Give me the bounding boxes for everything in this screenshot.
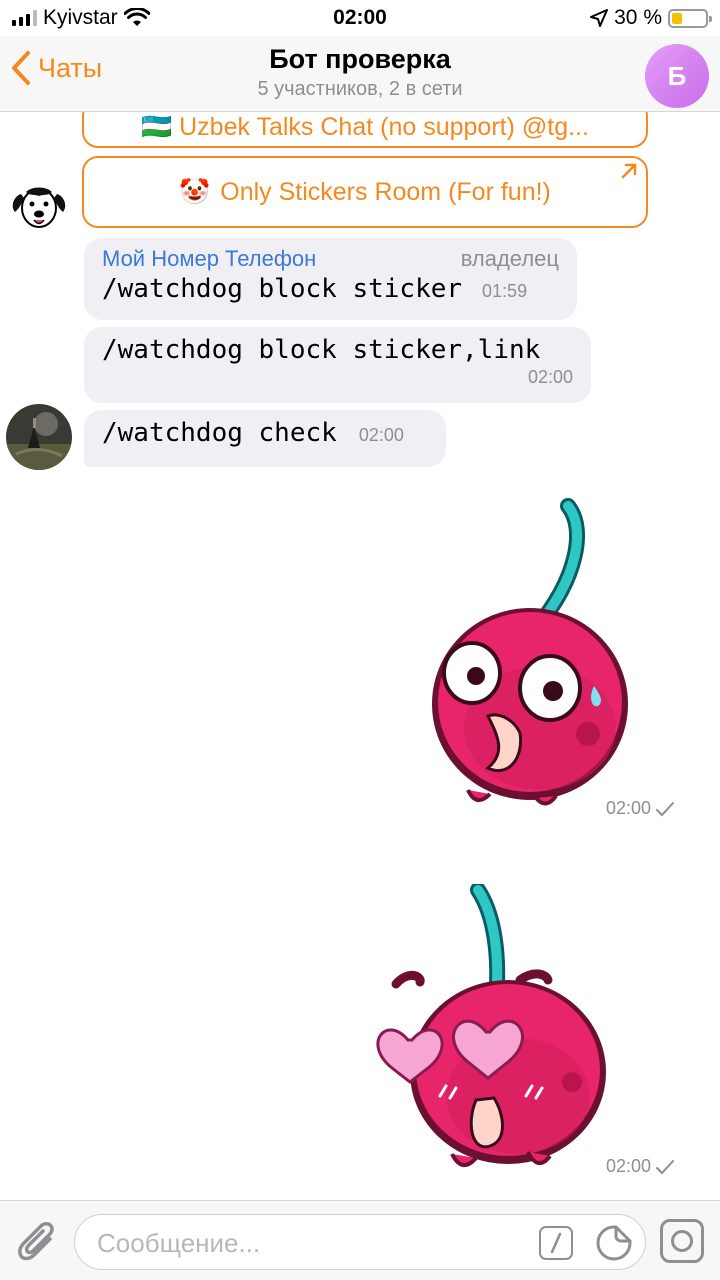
message-time: 02:00	[358, 425, 404, 445]
chat-title[interactable]: Бот проверка	[0, 44, 720, 75]
message-text: /watchdog block sticker,link	[102, 335, 541, 365]
slash-command-icon	[550, 1232, 562, 1254]
sticker-time: 02:00	[606, 1156, 675, 1177]
message-list[interactable]: 🇺🇿 Uzbek Talks Chat (no support) @tg... …	[0, 112, 720, 1200]
bot-avatar[interactable]	[6, 172, 72, 238]
message-bubble[interactable]: /watchdog block sticker,link 02:00	[84, 327, 591, 403]
message-input-bar: Сообщение...	[0, 1200, 720, 1280]
inline-button-uzbek-talks[interactable]: 🇺🇿 Uzbek Talks Chat (no support) @tg...	[82, 112, 648, 148]
message-text: /watchdog check	[102, 418, 337, 448]
sticker-time: 02:00	[606, 798, 675, 819]
camera-icon[interactable]	[660, 1219, 704, 1263]
bot-commands-button[interactable]	[539, 1226, 573, 1260]
battery-percent: 30 %	[614, 6, 662, 29]
clown-emoji-icon: 🤡	[179, 177, 211, 206]
message-time: 02:00	[606, 798, 652, 818]
cherry-sticker-icon	[432, 498, 628, 806]
message-time: 01:59	[482, 281, 528, 301]
sticker-cherry-love[interactable]	[368, 882, 618, 1174]
message-input-placeholder: Сообщение...	[97, 1228, 261, 1258]
dog-avatar-icon	[6, 172, 72, 238]
checkmark-icon	[656, 1159, 675, 1174]
chat-header: Чаты Бот проверка 5 участников, 2 в сети…	[0, 36, 720, 112]
status-bar: Kyivstar 02:00 30 %	[0, 0, 720, 36]
inline-button-label: 🇺🇿 Uzbek Talks Chat (no support) @tg...	[141, 112, 589, 141]
message-bubble[interactable]: Мой Номер Телефон владелец /watchdog blo…	[84, 238, 577, 320]
arrow-up-right-icon	[620, 162, 638, 184]
chat-avatar[interactable]: Б	[645, 44, 709, 108]
checkmark-icon	[656, 801, 675, 816]
battery-level-fill	[672, 12, 682, 24]
user-avatar[interactable]	[6, 404, 72, 470]
cherry-sticker-icon	[376, 882, 606, 1167]
sticker-icon[interactable]	[595, 1224, 633, 1262]
sticker-cherry-scared[interactable]	[428, 498, 638, 808]
battery-icon	[668, 8, 712, 28]
inline-button-label: Only Stickers Room (For fun!)	[220, 177, 551, 206]
sender-role: владелец	[460, 246, 559, 271]
sender-name[interactable]: Мой Номер Телефон	[102, 246, 316, 272]
message-input[interactable]: Сообщение...	[74, 1214, 646, 1270]
status-right: 30 %	[590, 6, 712, 30]
location-arrow-icon	[590, 9, 609, 27]
chat-subtitle: 5 участников, 2 в сети	[257, 78, 463, 100]
inline-button-only-stickers[interactable]: 🤡 Only Stickers Room (For fun!)	[82, 156, 648, 228]
message-bubble[interactable]: /watchdog check 02:00	[84, 410, 446, 467]
message-time: 02:00	[606, 1156, 652, 1176]
message-time: 02:00	[527, 367, 573, 387]
paperclip-icon[interactable]	[16, 1219, 58, 1263]
photo-avatar-icon	[6, 404, 72, 470]
message-text: /watchdog block sticker	[102, 274, 463, 304]
